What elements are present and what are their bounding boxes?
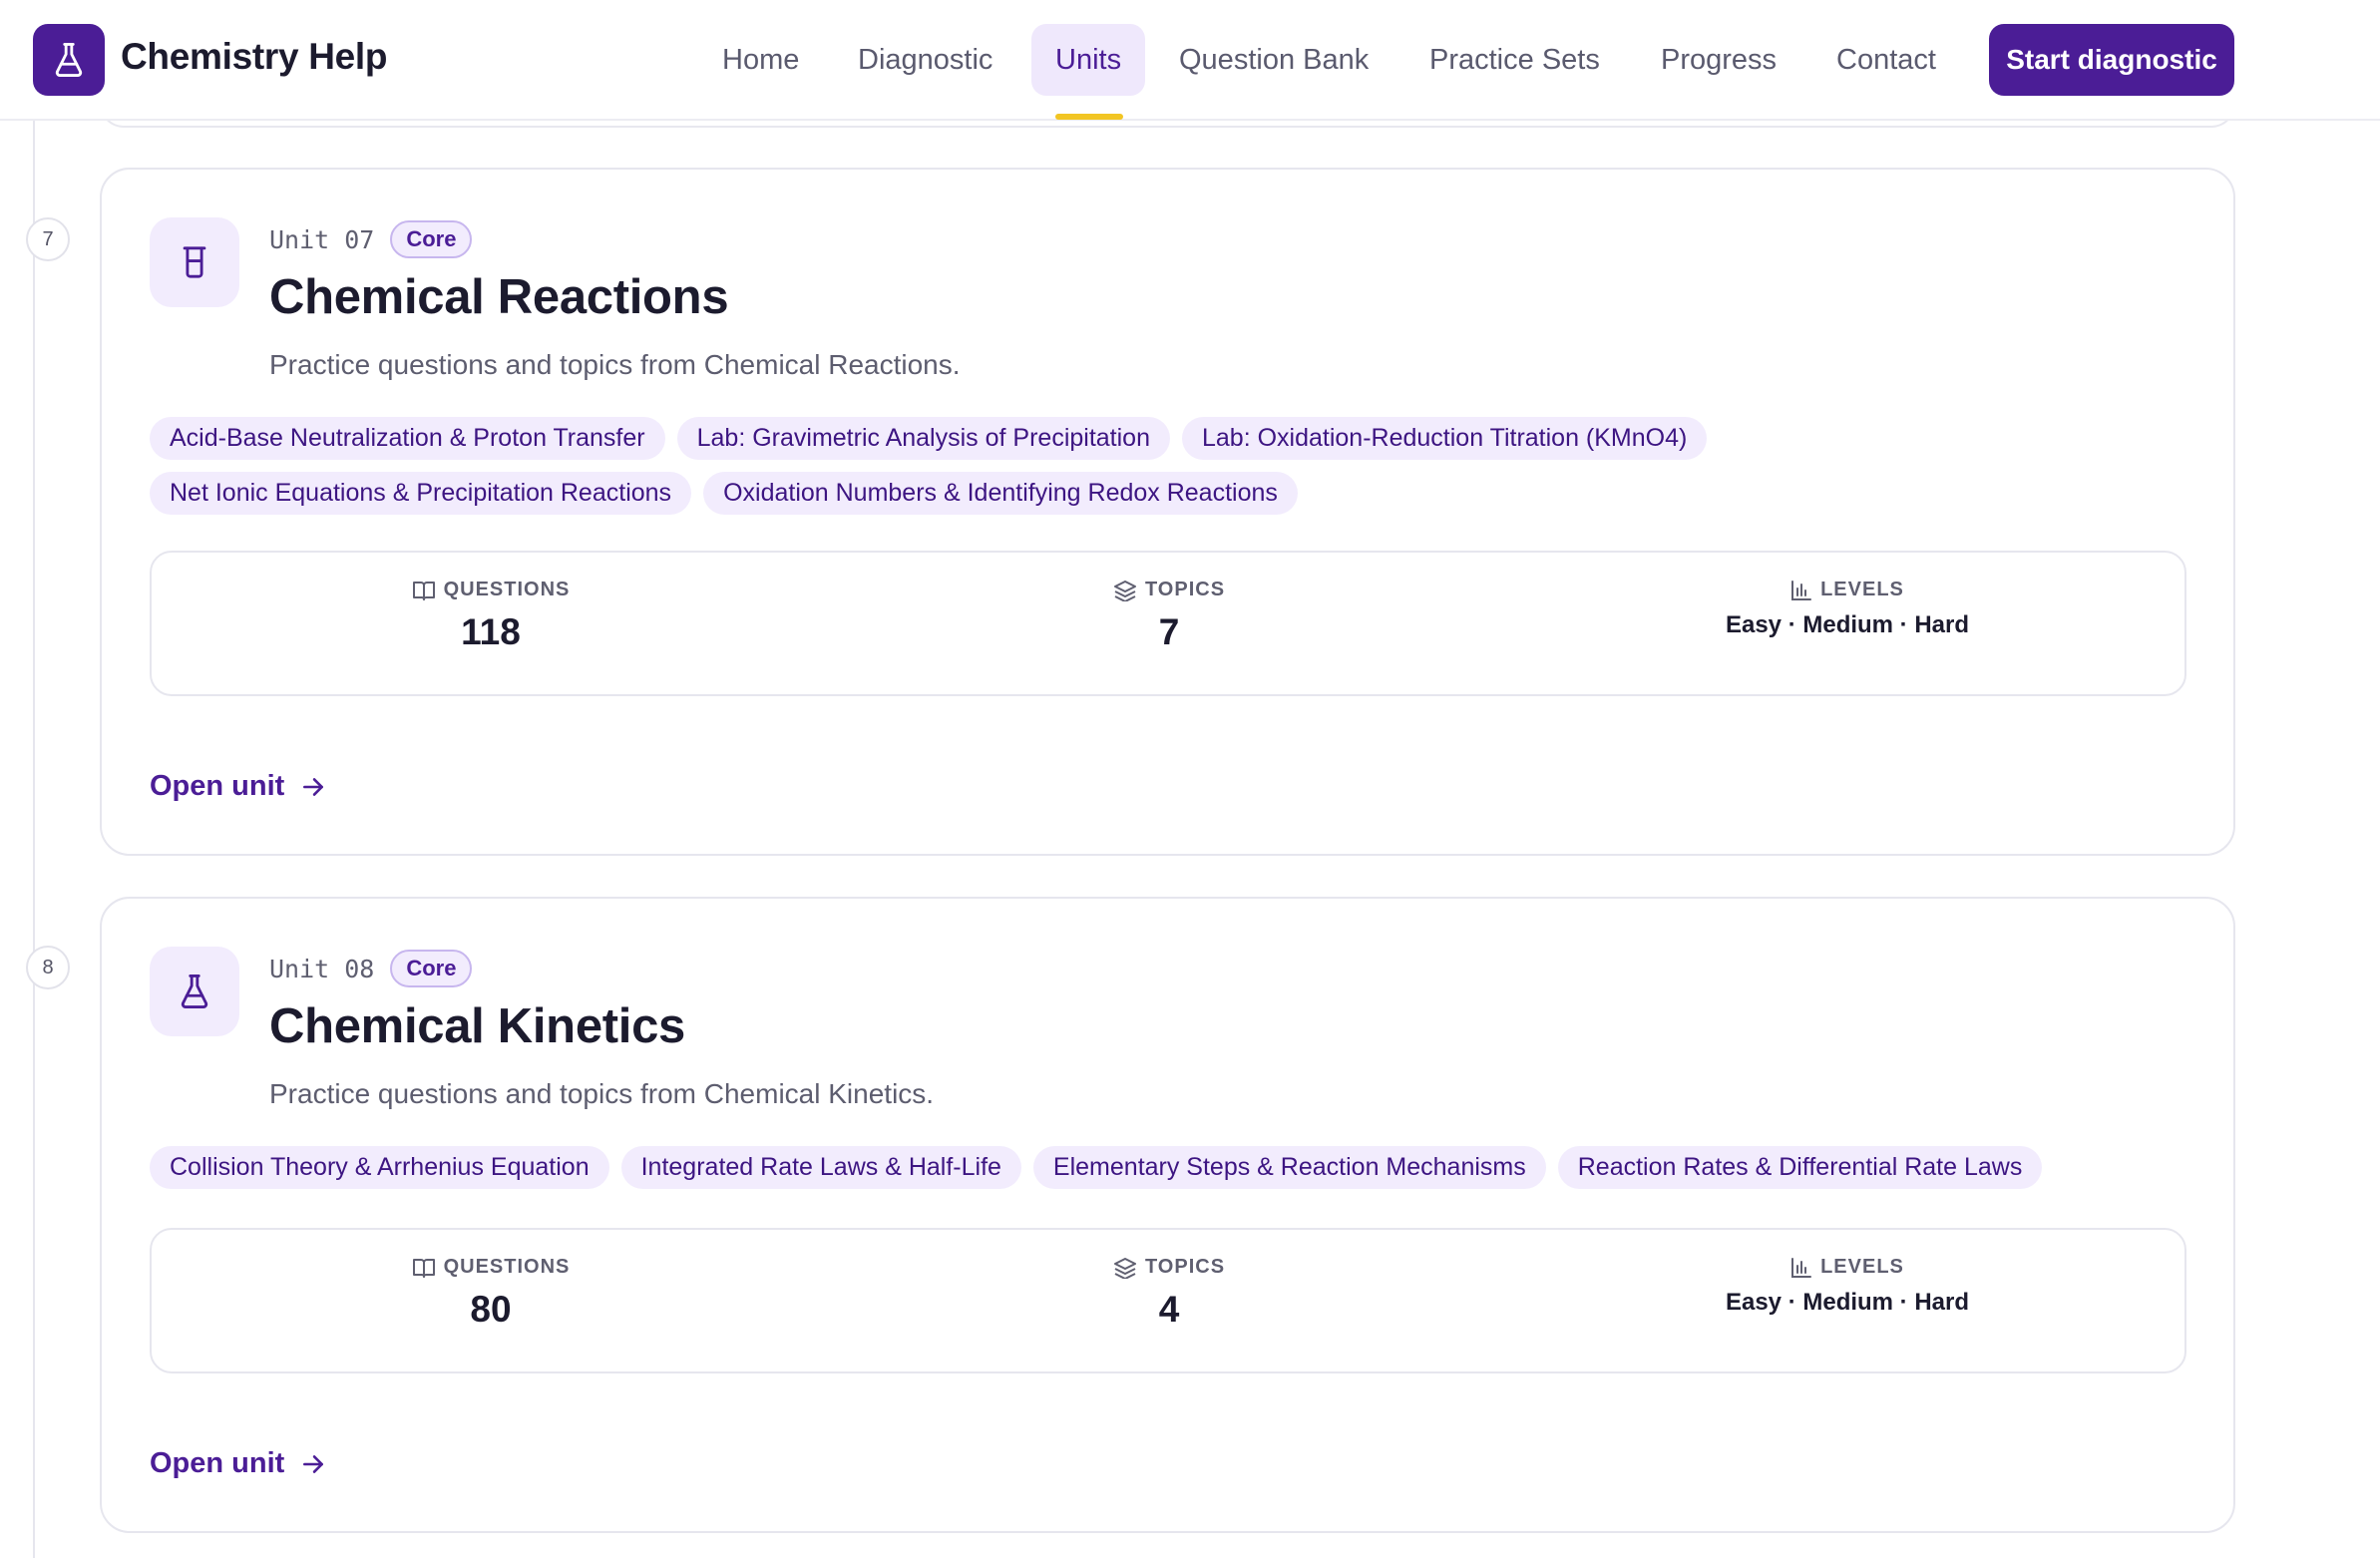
stat-value: 80: [470, 1289, 512, 1330]
stat-levels: LEVELS Easy · Medium · Hard: [1508, 1230, 2186, 1371]
topic-chip[interactable]: Net Ionic Equations & Precipitation Reac…: [150, 472, 692, 515]
stat-label: QUESTIONS: [443, 1256, 571, 1278]
page: Chemistry Help Home Diagnostic Units Que…: [0, 0, 2380, 1558]
brand-name[interactable]: Chemistry Help: [121, 36, 388, 78]
unit-icon: [150, 217, 239, 307]
unit-title[interactable]: Chemical Kinetics: [269, 998, 685, 1054]
logo[interactable]: [33, 24, 105, 96]
stat-label: LEVELS: [1820, 579, 1904, 600]
nav-practice-sets[interactable]: Practice Sets: [1405, 24, 1624, 96]
topic-chip[interactable]: Acid-Base Neutralization & Proton Transf…: [150, 417, 665, 460]
unit-meta: Unit 07 Core: [269, 219, 473, 259]
flask-icon: [181, 974, 208, 1008]
stat-value: 7: [1158, 611, 1180, 652]
nav-contact[interactable]: Contact: [1812, 24, 1960, 96]
timeline-step-8: 8: [26, 946, 70, 989]
start-diagnostic-button[interactable]: Start diagnostic: [1989, 24, 2234, 96]
topic-chip[interactable]: Reaction Rates & Differential Rate Laws: [1557, 1146, 2043, 1189]
topic-chip[interactable]: Collision Theory & Arrhenius Equation: [150, 1146, 609, 1189]
unit-stats: QUESTIONS 118 TOPICS 7 LEVELS Easy · Med…: [150, 551, 2186, 696]
unit-meta: Unit 08 Core: [269, 949, 473, 988]
stat-questions: QUESTIONS 80: [152, 1230, 830, 1371]
site-header: Chemistry Help Home Diagnostic Units Que…: [0, 0, 2380, 121]
open-unit-label: Open unit: [150, 1447, 285, 1479]
stat-topics: TOPICS 4: [830, 1230, 1508, 1371]
topic-chips: Collision Theory & Arrhenius Equation In…: [150, 1146, 2184, 1189]
arrow-right-icon: [303, 1454, 324, 1473]
book-icon: [412, 1258, 435, 1278]
unit-card-chemical-reactions: Unit 07 Core Chemical Reactions Practice…: [100, 168, 2235, 856]
unit-title[interactable]: Chemical Reactions: [269, 269, 729, 325]
unit-code: Unit 08: [269, 954, 375, 983]
core-badge: Core: [390, 220, 473, 258]
bar-chart-icon: [1791, 1257, 1812, 1278]
unit-description: Practice questions and topics from Chemi…: [269, 349, 961, 380]
topic-chip[interactable]: Integrated Rate Laws & Half-Life: [620, 1146, 1021, 1189]
stat-label: TOPICS: [1144, 1256, 1226, 1278]
active-nav-indicator: [1055, 114, 1123, 120]
stat-label: TOPICS: [1144, 579, 1226, 600]
open-unit-link[interactable]: Open unit: [150, 1447, 326, 1480]
flask-icon: [55, 43, 83, 78]
stat-levels: LEVELS Easy · Medium · Hard: [1508, 553, 2186, 694]
timeline-step-7: 7: [26, 217, 70, 261]
timeline-line: [33, 121, 35, 1558]
layers-icon: [1113, 1257, 1136, 1279]
stat-label: QUESTIONS: [443, 579, 571, 600]
nav-diagnostic[interactable]: Diagnostic: [834, 24, 1016, 96]
stat-value: 4: [1158, 1289, 1180, 1330]
layers-icon: [1113, 580, 1136, 601]
topic-chips: Acid-Base Neutralization & Proton Transf…: [150, 417, 2184, 515]
beaker-icon: [183, 246, 206, 278]
unit-code: Unit 07: [269, 224, 375, 254]
topic-chip[interactable]: Lab: Oxidation-Reduction Titration (KMnO…: [1181, 417, 1708, 460]
nav-home[interactable]: Home: [698, 24, 823, 96]
stat-label: LEVELS: [1820, 1256, 1904, 1278]
book-icon: [412, 581, 435, 600]
topic-chip[interactable]: Lab: Gravimetric Analysis of Precipitati…: [676, 417, 1170, 460]
unit-stats: QUESTIONS 80 TOPICS 4 LEVELS Easy · Medi…: [150, 1228, 2186, 1373]
stat-value: 118: [461, 611, 521, 652]
topic-chip[interactable]: Elementary Steps & Reaction Mechanisms: [1032, 1146, 1546, 1189]
unit-icon: [150, 947, 239, 1036]
stat-levels-value: Easy · Medium · Hard: [1725, 1289, 1970, 1316]
nav-progress[interactable]: Progress: [1637, 24, 1800, 96]
arrow-right-icon: [303, 777, 324, 796]
topic-chip[interactable]: Oxidation Numbers & Identifying Redox Re…: [703, 472, 1298, 515]
open-unit-label: Open unit: [150, 770, 285, 802]
unit-card-chemical-kinetics: Unit 08 Core Chemical Kinetics Practice …: [100, 897, 2235, 1533]
open-unit-link[interactable]: Open unit: [150, 770, 326, 803]
stat-levels-value: Easy · Medium · Hard: [1725, 611, 1970, 638]
bar-chart-icon: [1791, 580, 1812, 600]
unit-description: Practice questions and topics from Chemi…: [269, 1078, 935, 1109]
stat-questions: QUESTIONS 118: [152, 553, 830, 694]
nav-units[interactable]: Units: [1031, 24, 1146, 96]
core-badge: Core: [390, 950, 473, 987]
nav-question-bank[interactable]: Question Bank: [1155, 24, 1392, 96]
stat-topics: TOPICS 7: [830, 553, 1508, 694]
